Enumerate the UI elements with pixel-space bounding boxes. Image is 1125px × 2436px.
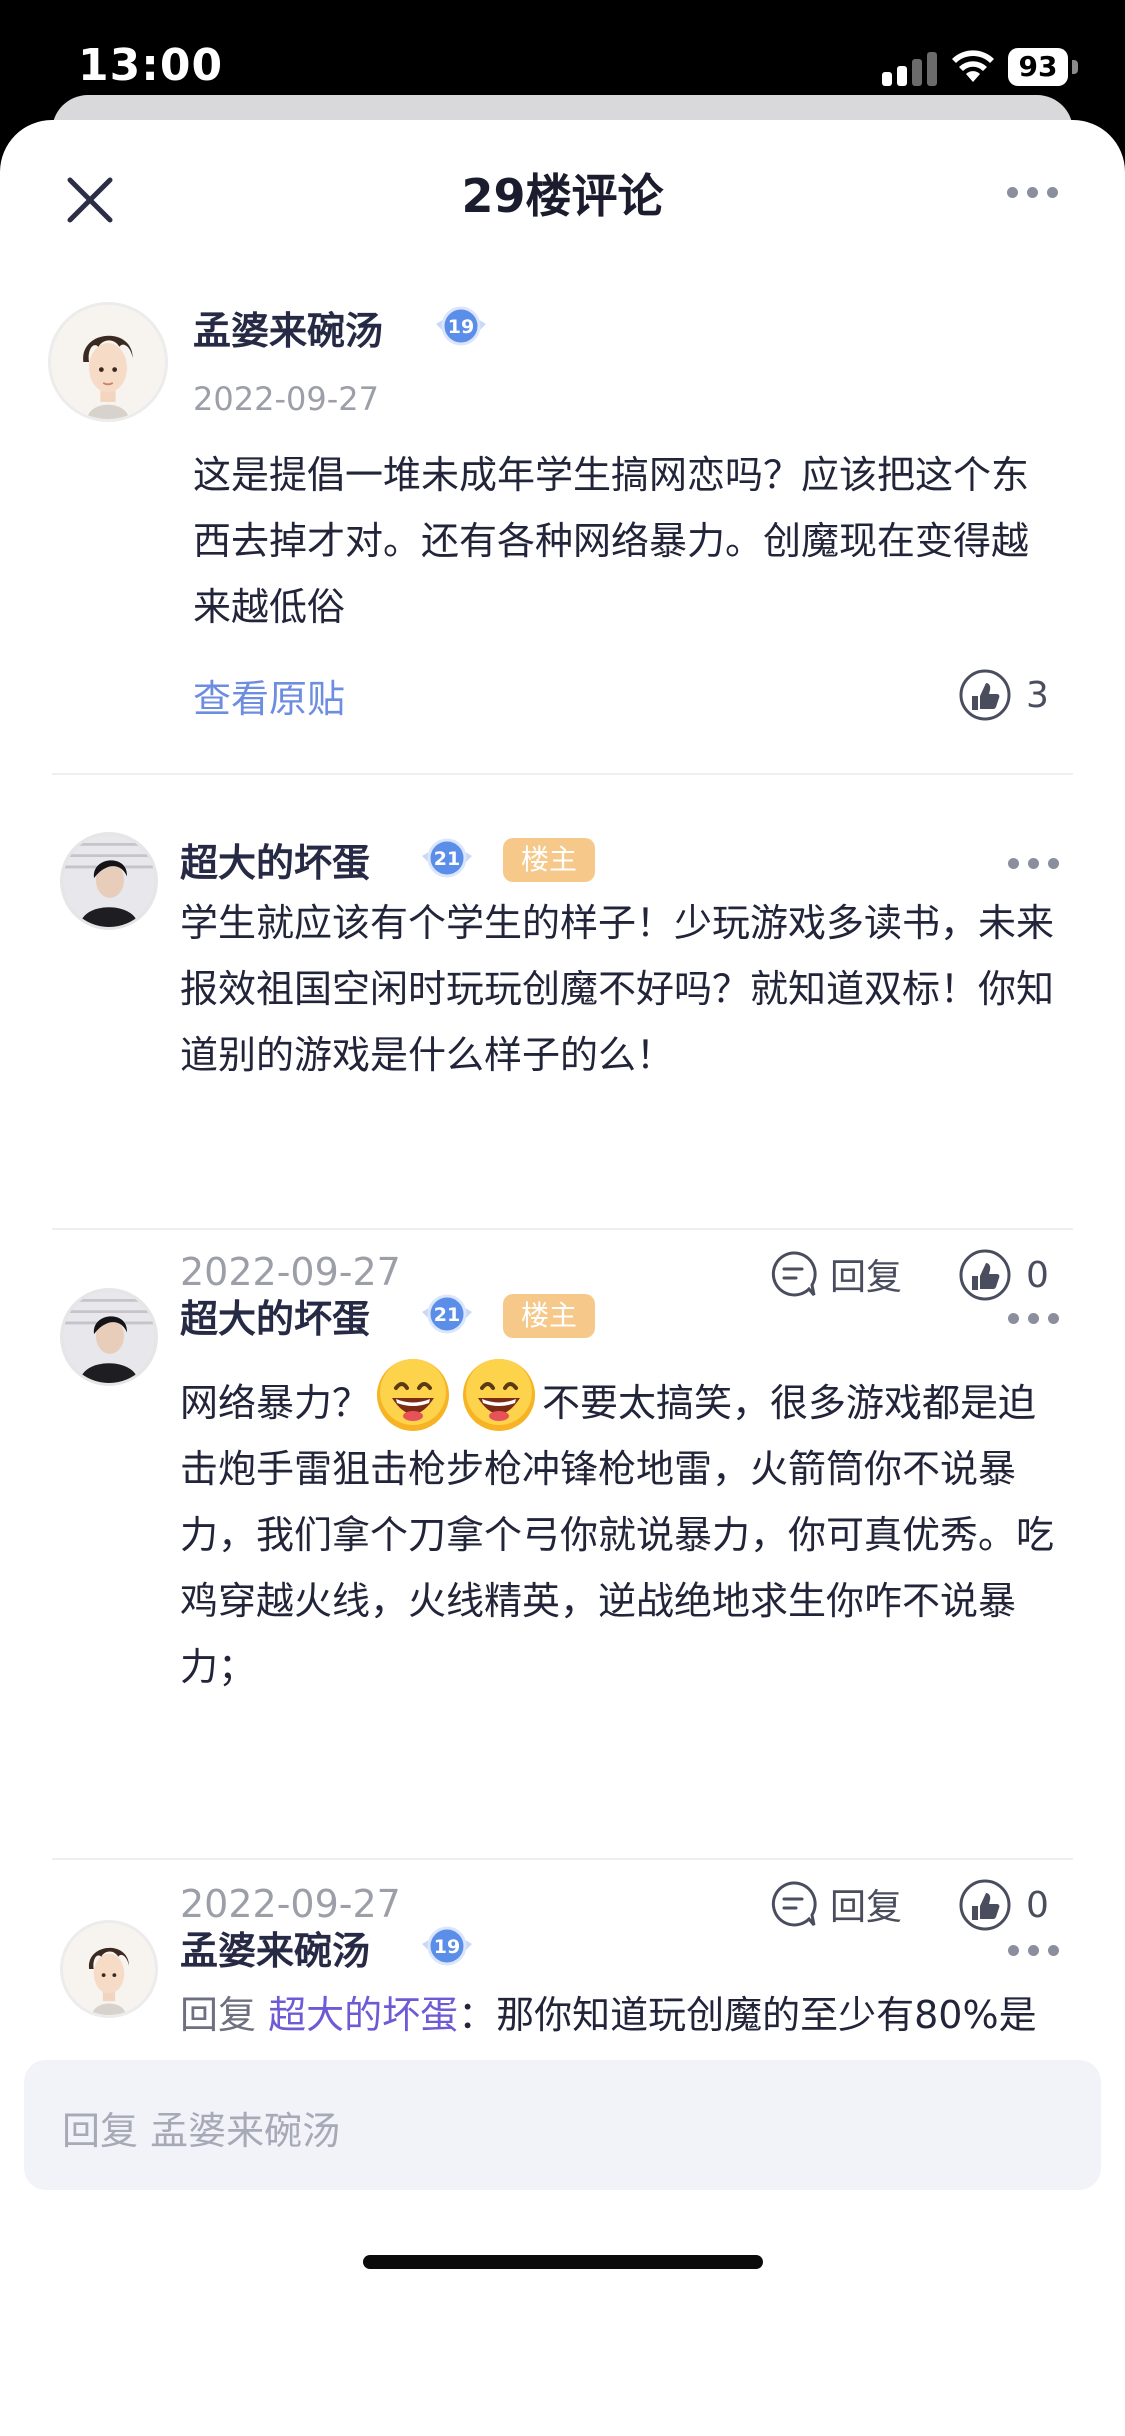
avatar[interactable] — [48, 302, 168, 422]
avatar[interactable] — [60, 832, 158, 930]
more-icon[interactable] — [1008, 1940, 1064, 1960]
more-icon[interactable] — [1007, 182, 1067, 202]
post-date: 2022-09-27 — [193, 380, 379, 418]
svg-text:21: 21 — [434, 1304, 460, 1326]
comment-text-rest: 不要太搞笑，很多游戏都是迫击炮手雷狙击枪步枪冲锋枪地雷，火箭筒你不说暴力，我们拿… — [180, 1381, 1055, 1689]
svg-text:19: 19 — [448, 316, 474, 338]
comment-text-start: 网络暴力？ — [180, 1381, 371, 1425]
reply-prefix: 回复 — [180, 1993, 257, 2037]
reply-input[interactable]: 回复 孟婆来碗汤 — [24, 2060, 1101, 2190]
owner-tag: 楼主 — [503, 838, 596, 882]
avatar[interactable] — [60, 1288, 158, 1386]
like-button[interactable]: 0 — [958, 1878, 1049, 1932]
more-icon[interactable] — [1008, 853, 1064, 873]
reply-input-placeholder: 回复 孟婆来碗汤 — [62, 2109, 341, 2153]
view-original-link[interactable]: 查看原贴 — [193, 668, 345, 723]
divider — [52, 1858, 1073, 1860]
comment-text: 学生就应该有个学生的样子！少玩游戏多读书，未来报效祖国空闲时玩玩创魔不好吗？就知… — [180, 901, 1055, 1077]
like-count: 3 — [1026, 674, 1049, 716]
username[interactable]: 孟婆来碗汤 — [193, 300, 383, 355]
reply-target-link[interactable]: 超大的坏蛋 — [268, 1993, 458, 2037]
comment-text: 网络暴力？ 不要太搞笑，很多游戏都是迫击炮手雷狙击枪步枪冲锋枪地雷，火箭筒你不说… — [180, 1356, 1060, 1700]
sheet-header: 29楼评论 — [0, 120, 1125, 260]
comment-icon — [771, 1881, 817, 1927]
username[interactable]: 超大的坏蛋 — [180, 1288, 370, 1343]
battery-nub — [1072, 60, 1078, 74]
page-title: 29楼评论 — [461, 169, 664, 223]
divider — [52, 773, 1073, 775]
wifi-icon — [952, 50, 994, 82]
post-text: 这是提倡一堆未成年学生搞网恋吗？应该把这个东西去掉才对。还有各种网络暴力。创魔现… — [193, 453, 1030, 629]
level-badge-icon: 21 — [422, 1294, 472, 1334]
reply-button[interactable]: 回复 — [768, 1248, 902, 1300]
avatar[interactable] — [60, 1920, 158, 2018]
svg-text:21: 21 — [434, 848, 460, 870]
more-icon[interactable] — [1008, 1308, 1064, 1328]
divider — [52, 1228, 1073, 1230]
battery-indicator: 93 — [1008, 48, 1068, 86]
thumbs-up-icon — [959, 1249, 1011, 1301]
grinning-emoji — [377, 1359, 450, 1431]
username[interactable]: 超大的坏蛋 — [180, 832, 370, 887]
status-time: 13:00 — [78, 40, 224, 91]
reply-button[interactable]: 回复 — [768, 1878, 902, 1930]
owner-tag: 楼主 — [503, 1294, 596, 1338]
level-badge-icon: 21 — [422, 838, 472, 878]
reply-label: 回复 — [830, 1257, 903, 1298]
comment-sheet: 29楼评论 孟婆来碗汤 19 2022-09-27 这是提倡一堆未成年学生搞网恋… — [0, 120, 1125, 2436]
like-count: 0 — [1026, 1254, 1049, 1296]
svg-text:19: 19 — [434, 1936, 460, 1958]
like-count: 0 — [1026, 1884, 1049, 1926]
like-button[interactable]: 3 — [958, 668, 1049, 722]
grinning-emoji — [463, 1359, 536, 1431]
username[interactable]: 孟婆来碗汤 — [180, 1920, 370, 1975]
level-badge-icon: 19 — [422, 1926, 472, 1966]
thumbs-up-icon — [959, 669, 1011, 721]
home-indicator[interactable] — [363, 2255, 763, 2269]
like-button[interactable]: 0 — [958, 1248, 1049, 1302]
thumbs-up-icon — [959, 1879, 1011, 1931]
reply-label: 回复 — [830, 1887, 903, 1928]
level-badge-icon: 19 — [436, 306, 486, 346]
cellular-signal-icon — [882, 50, 938, 86]
comment-icon — [771, 1251, 817, 1297]
